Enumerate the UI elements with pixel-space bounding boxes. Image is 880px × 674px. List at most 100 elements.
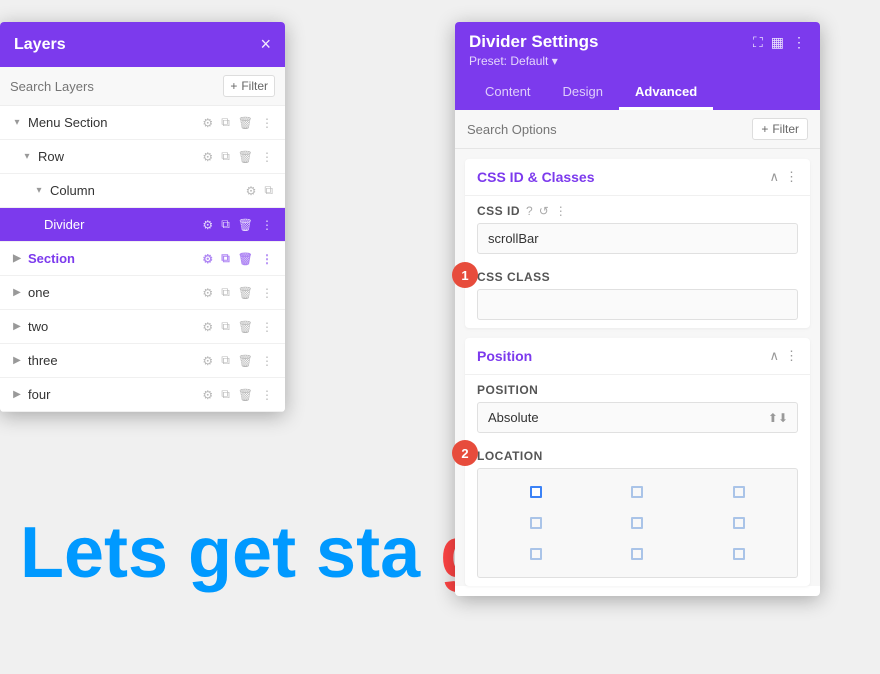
layer-item-divider[interactable]: Divider ⚙ ⧉ 🗑 ⋮ — [0, 208, 285, 242]
copy-icon-divider[interactable]: ⧉ — [219, 215, 232, 234]
copy-icon-section[interactable]: ⧉ — [219, 249, 232, 268]
location-dot-mid-left[interactable] — [486, 508, 586, 537]
layer-name-row: Row — [38, 149, 200, 164]
css-id-help-icon[interactable]: ? — [526, 204, 533, 218]
settings-icon-three[interactable]: ⚙ — [200, 352, 215, 370]
more-icon-menu-section[interactable]: ⋮ — [259, 114, 275, 132]
css-class-input[interactable] — [477, 289, 798, 320]
settings-icon-four[interactable]: ⚙ — [200, 386, 215, 404]
layer-item-three[interactable]: ▶ three ⚙ ⧉ 🗑 ⋮ — [0, 344, 285, 378]
tab-advanced[interactable]: Advanced — [619, 76, 713, 110]
settings-icon-divider[interactable]: ⚙ — [200, 216, 215, 234]
settings-preset[interactable]: Preset: Default ▾ — [469, 54, 806, 68]
more-icon-row[interactable]: ⋮ — [259, 148, 275, 166]
layer-item-one[interactable]: ▶ one ⚙ ⧉ 🗑 ⋮ — [0, 276, 285, 310]
css-id-input[interactable] — [477, 223, 798, 254]
delete-icon-four[interactable]: 🗑 — [236, 386, 255, 404]
location-dot-mid-center[interactable] — [588, 508, 688, 537]
location-dot-mid-right[interactable] — [689, 508, 789, 537]
layer-item-four[interactable]: ▶ four ⚙ ⧉ 🗑 ⋮ — [0, 378, 285, 412]
expand-icon-menu-section: ▾ — [10, 116, 24, 130]
delete-icon-one[interactable]: 🗑 — [236, 284, 255, 302]
css-class-label: CSS Class — [477, 270, 550, 284]
more-icon-two[interactable]: ⋮ — [259, 318, 275, 336]
css-id-label-row: CSS ID ? ↺ ⋮ — [477, 204, 798, 218]
layer-item-section[interactable]: ▶ Section ⚙ ⧉ 🗑 ⋮ — [0, 242, 285, 276]
css-id-classes-header: CSS ID & Classes ∧ ⋮ — [465, 159, 810, 196]
settings-icon-row[interactable]: ⚙ — [200, 148, 215, 166]
copy-icon-column[interactable]: ⧉ — [262, 181, 275, 200]
settings-tabs: Content Design Advanced — [469, 76, 806, 110]
settings-icon-menu-section[interactable]: ⚙ — [200, 114, 215, 132]
filter-plus-icon: + — [230, 79, 237, 93]
more-css-section-icon[interactable]: ⋮ — [785, 169, 798, 185]
settings-icon-section[interactable]: ⚙ — [200, 250, 215, 268]
copy-icon-two[interactable]: ⧉ — [219, 317, 232, 336]
layer-name-two: two — [28, 319, 200, 334]
delete-icon-row[interactable]: 🗑 — [236, 148, 255, 166]
settings-filter-plus-icon: + — [761, 122, 768, 136]
delete-icon-section[interactable]: 🗑 — [236, 250, 255, 268]
layer-item-two[interactable]: ▶ two ⚙ ⧉ 🗑 ⋮ — [0, 310, 285, 344]
copy-icon-one[interactable]: ⧉ — [219, 283, 232, 302]
location-label: Location — [477, 449, 543, 463]
collapse-position-section-icon[interactable]: ∧ — [769, 348, 779, 364]
layer-item-column[interactable]: ▾ Column ⚙ ⧉ — [0, 174, 285, 208]
tab-design[interactable]: Design — [547, 76, 619, 110]
settings-icon-one[interactable]: ⚙ — [200, 284, 215, 302]
more-icon-three[interactable]: ⋮ — [259, 352, 275, 370]
layers-close-button[interactable]: × — [260, 34, 271, 55]
location-dot-inner-bot-center — [631, 548, 643, 560]
layout-icon[interactable]: ▦ — [771, 34, 784, 51]
layer-name-one: one — [28, 285, 200, 300]
delete-icon-two[interactable]: 🗑 — [236, 318, 255, 336]
expand-icon-one: ▶ — [10, 286, 24, 300]
location-dot-bot-center[interactable] — [588, 540, 688, 569]
layer-item-row[interactable]: ▾ Row ⚙ ⧉ 🗑 ⋮ — [0, 140, 285, 174]
settings-search-row: + Filter — [455, 110, 820, 149]
layer-name-column: Column — [50, 183, 244, 198]
layer-name-three: three — [28, 353, 200, 368]
more-icon-one[interactable]: ⋮ — [259, 284, 275, 302]
copy-icon-four[interactable]: ⧉ — [219, 385, 232, 404]
settings-icon-column[interactable]: ⚙ — [244, 182, 259, 200]
css-id-reset-icon[interactable]: ↺ — [539, 204, 549, 218]
more-icon-divider[interactable]: ⋮ — [259, 216, 275, 234]
badge-2: 2 — [452, 440, 478, 466]
css-id-classes-title: CSS ID & Classes — [477, 169, 595, 185]
layers-search-input[interactable] — [10, 79, 215, 94]
location-dot-inner-top-right — [733, 486, 745, 498]
copy-icon-three[interactable]: ⧉ — [219, 351, 232, 370]
delete-icon-menu-section[interactable]: 🗑 — [236, 114, 255, 132]
copy-icon-row[interactable]: ⧉ — [219, 147, 232, 166]
more-icon-section[interactable]: ⋮ — [259, 250, 275, 268]
location-dot-top-center[interactable] — [588, 477, 688, 506]
more-options-icon[interactable]: ⋮ — [792, 34, 806, 51]
layers-filter-button[interactable]: + Filter — [223, 75, 275, 97]
settings-search-input[interactable] — [467, 122, 744, 137]
location-dot-top-right[interactable] — [689, 477, 789, 506]
position-select[interactable]: Default Absolute Fixed Relative — [477, 402, 798, 433]
collapse-css-section-icon[interactable]: ∧ — [769, 169, 779, 185]
settings-icon-two[interactable]: ⚙ — [200, 318, 215, 336]
location-dot-bot-right[interactable] — [689, 540, 789, 569]
location-dot-inner-mid-center — [631, 517, 643, 529]
expand-panel-icon[interactable]: ⛶ — [753, 34, 763, 51]
position-section-header: Position ∧ ⋮ — [465, 338, 810, 375]
tab-content[interactable]: Content — [469, 76, 547, 110]
copy-icon-menu-section[interactable]: ⧉ — [219, 113, 232, 132]
delete-icon-divider[interactable]: 🗑 — [236, 216, 255, 234]
location-dot-inner-top-left — [530, 486, 542, 498]
more-position-section-icon[interactable]: ⋮ — [785, 348, 798, 364]
location-dot-bot-left[interactable] — [486, 540, 586, 569]
layer-item-menu-section[interactable]: ▾ Menu Section ⚙ ⧉ 🗑 ⋮ — [0, 106, 285, 140]
badge-1: 1 — [452, 262, 478, 288]
location-dot-inner-mid-right — [733, 517, 745, 529]
location-dot-top-left[interactable] — [486, 477, 586, 506]
delete-icon-three[interactable]: 🗑 — [236, 352, 255, 370]
settings-filter-button[interactable]: + Filter — [752, 118, 808, 140]
css-id-more-icon[interactable]: ⋮ — [555, 204, 567, 218]
more-icon-four[interactable]: ⋮ — [259, 386, 275, 404]
css-class-field: CSS Class — [465, 262, 810, 328]
location-dot-inner-bot-left — [530, 548, 542, 560]
